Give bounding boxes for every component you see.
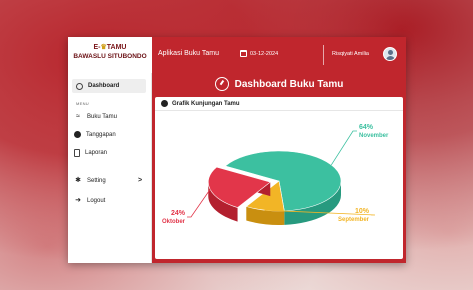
sidebar-item-tanggapan[interactable]: Tanggapan	[74, 131, 116, 138]
sidebar-item-label: Setting	[87, 178, 106, 184]
sidebar-item-label: Tanggapan	[86, 131, 116, 138]
response-icon	[74, 131, 81, 138]
data-label-pct-oktober: 24%	[171, 210, 186, 217]
app-window: E-♛TAMU BAWASLU SITUBONDO Aplikasi Buku …	[68, 37, 406, 263]
brand-prefix: E-	[93, 44, 101, 51]
brand-title: E-♛TAMU	[68, 43, 152, 52]
chart-card: Grafik Kunjungan Tamu 64% November 10% Sept…	[155, 97, 403, 259]
sidebar-item-logout[interactable]: ➜ Logout	[74, 197, 105, 205]
main-content: Dashboard Buku Tamu Grafik Kunjungan Tam…	[152, 73, 406, 263]
calendar-icon	[240, 50, 247, 57]
date-text: 03-12-2024	[250, 50, 279, 57]
sidebar-item-label: Laporan	[85, 150, 108, 156]
leader-line-november	[330, 130, 357, 166]
gear-icon: ✱	[75, 177, 81, 184]
sidebar-item-label: Logout	[87, 198, 106, 204]
page-title-bar: Dashboard Buku Tamu	[152, 73, 406, 95]
speedometer-icon	[214, 77, 229, 91]
brand-suffix: TAMU	[106, 44, 127, 51]
sidebar-item-label: Buku Tamu	[87, 114, 117, 120]
sidebar-item-buku-tamu[interactable]: ≈ Buku Tamu	[74, 113, 117, 121]
sidebar-item-dashboard[interactable]: Dashboard	[72, 79, 146, 93]
page-title: Dashboard Buku Tamu	[234, 78, 344, 90]
data-label-name-november: November	[359, 133, 389, 139]
app-title: Aplikasi Buku Tamu	[158, 50, 219, 57]
header-divider	[323, 45, 324, 65]
logout-icon: ➜	[75, 197, 81, 204]
top-bar: E-♛TAMU BAWASLU SITUBONDO Aplikasi Buku …	[68, 37, 406, 73]
chart-icon	[161, 100, 168, 107]
avatar[interactable]	[383, 47, 397, 61]
sidebar: Dashboard MENU ≈ Buku Tamu Tanggapan Lap…	[68, 73, 152, 263]
brand-logo[interactable]: E-♛TAMU BAWASLU SITUBONDO	[68, 37, 152, 73]
data-label-pct-september: 10%	[355, 208, 370, 215]
data-label-pct-november: 64%	[359, 124, 374, 131]
leader-line-oktober	[187, 189, 211, 218]
date-display: 03-12-2024	[240, 50, 278, 57]
guestbook-icon: ≈	[76, 113, 80, 120]
brand-subtitle: BAWASLU SITUBONDO	[73, 53, 147, 60]
dashboard-icon	[76, 82, 83, 90]
menu-heading: MENU	[76, 101, 89, 106]
chevron-right-icon[interactable]: >	[138, 177, 142, 184]
card-header: Grafik Kunjungan Tamu	[155, 97, 403, 111]
sidebar-item-laporan[interactable]: Laporan	[74, 149, 107, 157]
card-title: Grafik Kunjungan Tamu	[172, 100, 240, 107]
pie-chart: 64% November 10% September 24% Oktober	[162, 124, 389, 225]
user-name[interactable]: Risqiyati Amilia	[332, 51, 369, 57]
report-icon	[74, 149, 80, 157]
data-label-name-september: September	[338, 217, 370, 223]
data-label-name-oktober: Oktober	[162, 219, 186, 225]
sidebar-item-label: Dashboard	[88, 83, 120, 89]
